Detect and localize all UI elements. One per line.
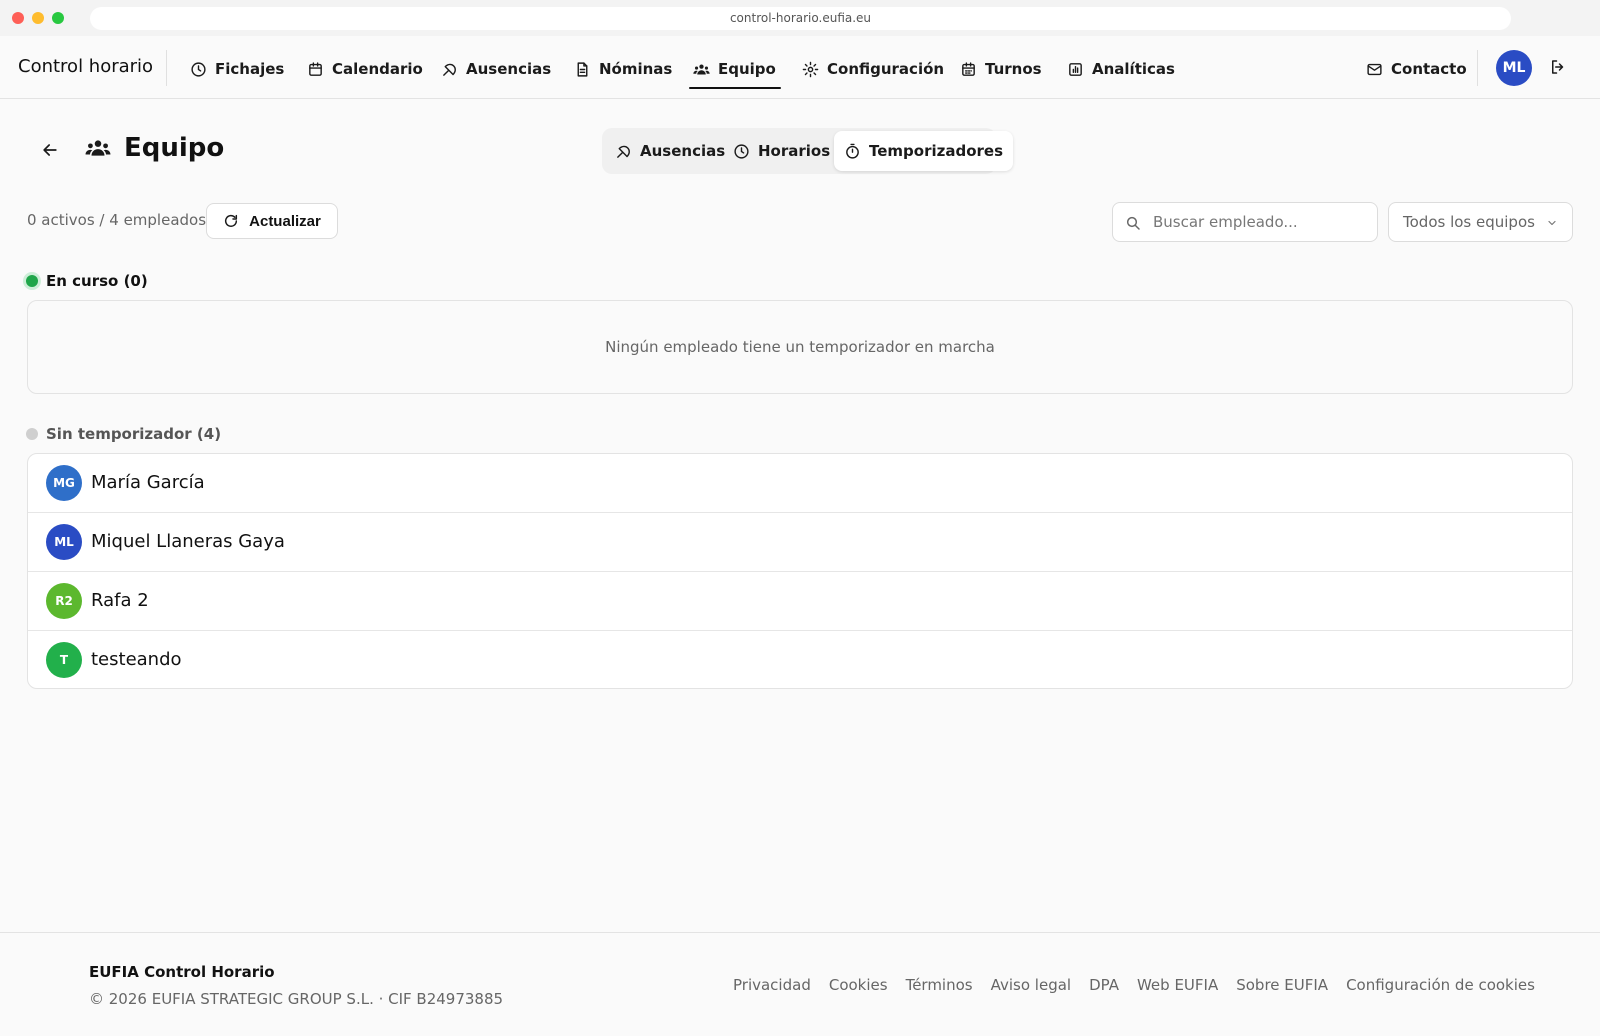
idle-section-title: Sin temporizador (4) bbox=[46, 425, 222, 443]
logout-icon[interactable] bbox=[1549, 58, 1567, 76]
chevron-down-icon bbox=[1548, 220, 1556, 226]
refresh-icon bbox=[225, 214, 238, 227]
contact-label: Contacto bbox=[1391, 60, 1467, 78]
search-input[interactable] bbox=[1153, 203, 1373, 241]
footer-link-cookie-settings[interactable]: Configuración de cookies bbox=[1346, 976, 1535, 994]
tab-label: Ausencias bbox=[640, 142, 726, 160]
footer-link-sobre-eufia[interactable]: Sobre EUFIA bbox=[1236, 976, 1328, 994]
nav-divider bbox=[166, 50, 167, 86]
document-icon bbox=[577, 61, 588, 77]
tab-label: Horarios bbox=[758, 142, 831, 160]
contact-link[interactable]: Contacto bbox=[1366, 56, 1467, 82]
employee-row[interactable]: R2 Rafa 2 bbox=[28, 572, 1572, 631]
running-empty-state: Ningún empleado tiene un temporizador en… bbox=[27, 300, 1573, 394]
footer-link-web-eufia[interactable]: Web EUFIA bbox=[1137, 976, 1218, 994]
idle-section-header: Sin temporizador (4) bbox=[26, 425, 221, 443]
tab-ausencias[interactable]: Ausencias bbox=[605, 131, 735, 171]
tab-label: Temporizadores bbox=[869, 142, 1004, 160]
employee-name: Rafa 2 bbox=[91, 590, 149, 611]
footer-link-dpa[interactable]: DPA bbox=[1089, 976, 1119, 994]
footer-link-aviso-legal[interactable]: Aviso legal bbox=[991, 976, 1071, 994]
page-header: Equipo bbox=[82, 133, 224, 163]
footer-link-cookies[interactable]: Cookies bbox=[829, 976, 888, 994]
refresh-button[interactable]: Actualizar bbox=[206, 203, 338, 239]
calendar-icon bbox=[962, 61, 975, 76]
nav-item-label: Ausencias bbox=[466, 60, 552, 78]
minimize-window-button[interactable] bbox=[32, 12, 44, 24]
calendar-icon bbox=[309, 61, 322, 76]
running-status-dot bbox=[26, 275, 38, 287]
address-bar[interactable]: control-horario.eufia.eu bbox=[90, 7, 1511, 30]
user-avatar[interactable]: ML bbox=[1496, 50, 1532, 86]
employee-row[interactable]: ML Miquel Llaneras Gaya bbox=[28, 513, 1572, 572]
top-navigation: Control horario Fichajes Calendario Ause… bbox=[0, 36, 1600, 99]
idle-status-dot bbox=[26, 428, 38, 440]
app-brand[interactable]: Control horario bbox=[18, 56, 153, 77]
tab-temporizadores[interactable]: Temporizadores bbox=[834, 131, 1014, 171]
employee-row[interactable]: MG María García bbox=[28, 454, 1572, 513]
nav-item-equipo[interactable]: Equipo bbox=[689, 56, 781, 89]
nav-item-label: Fichajes bbox=[215, 60, 285, 78]
employee-row[interactable]: T testeando bbox=[28, 631, 1572, 688]
team-icon bbox=[693, 64, 710, 74]
search-box bbox=[1112, 202, 1378, 242]
nav-item-ausencias[interactable]: Ausencias bbox=[441, 56, 551, 82]
employee-avatar: ML bbox=[46, 524, 82, 560]
employee-counts: 0 activos / 4 empleados bbox=[27, 211, 207, 229]
nav-item-label: Calendario bbox=[332, 60, 423, 78]
page-footer: EUFIA Control Horario © 2026 EUFIA STRAT… bbox=[0, 932, 1600, 1036]
nav-item-analiticas[interactable]: Analíticas bbox=[1067, 56, 1175, 82]
footer-links: Privacidad Cookies Términos Aviso legal … bbox=[733, 976, 1535, 994]
footer-link-terminos[interactable]: Términos bbox=[906, 976, 973, 994]
subtab-bar: Ausencias Horarios Temporizadores bbox=[602, 128, 1014, 174]
nav-item-label: Analíticas bbox=[1092, 60, 1175, 78]
employee-name: testeando bbox=[91, 649, 182, 670]
team-filter-select[interactable]: Todos los equipos bbox=[1388, 202, 1573, 242]
nav-item-label: Equipo bbox=[718, 60, 776, 78]
plane-icon bbox=[443, 63, 456, 76]
footer-copyright: © 2026 EUFIA STRATEGIC GROUP S.L. · CIF … bbox=[89, 990, 504, 1008]
nav-item-turnos[interactable]: Turnos bbox=[960, 56, 1042, 82]
chart-icon bbox=[1069, 62, 1082, 76]
back-arrow-icon[interactable] bbox=[40, 140, 60, 160]
mail-icon bbox=[1367, 63, 1382, 75]
nav-item-label: Configuración bbox=[827, 60, 945, 78]
employee-avatar: T bbox=[46, 642, 82, 678]
nav-item-nominas[interactable]: Nóminas bbox=[574, 56, 672, 82]
running-section-header: En curso (0) bbox=[26, 272, 148, 290]
employee-name: María García bbox=[91, 472, 205, 493]
search-icon bbox=[1126, 216, 1140, 230]
footer-link-privacidad[interactable]: Privacidad bbox=[733, 976, 811, 994]
team-filter-value: Todos los equipos bbox=[1403, 213, 1535, 231]
maximize-window-button[interactable] bbox=[52, 12, 64, 24]
page-title: Equipo bbox=[124, 133, 225, 163]
footer-brand: EUFIA Control Horario bbox=[89, 963, 275, 981]
employee-avatar: R2 bbox=[46, 583, 82, 619]
team-icon bbox=[85, 140, 111, 156]
nav-item-calendario[interactable]: Calendario bbox=[307, 56, 423, 82]
clock-icon bbox=[191, 61, 206, 77]
nav-item-label: Turnos bbox=[985, 60, 1042, 78]
plane-icon bbox=[617, 145, 630, 158]
nav-divider bbox=[1477, 50, 1478, 86]
browser-chrome: control-horario.eufia.eu bbox=[0, 0, 1600, 36]
stopwatch-icon bbox=[846, 143, 859, 159]
nav-item-fichajes[interactable]: Fichajes bbox=[190, 56, 284, 82]
employee-avatar: MG bbox=[46, 465, 82, 501]
refresh-label: Actualizar bbox=[249, 212, 321, 230]
close-window-button[interactable] bbox=[12, 12, 24, 24]
clock-icon bbox=[734, 143, 749, 159]
gear-icon bbox=[802, 61, 819, 77]
employee-name: Miquel Llaneras Gaya bbox=[91, 531, 285, 552]
nav-item-label: Nóminas bbox=[599, 60, 673, 78]
nav-item-configuracion[interactable]: Configuración bbox=[802, 56, 944, 82]
running-section-title: En curso (0) bbox=[46, 272, 148, 290]
tab-horarios[interactable]: Horarios bbox=[723, 131, 840, 171]
employee-list: MG María García ML Miquel Llaneras Gaya … bbox=[27, 453, 1573, 689]
app-window: control-horario.eufia.eu Control horario… bbox=[0, 0, 1600, 1036]
